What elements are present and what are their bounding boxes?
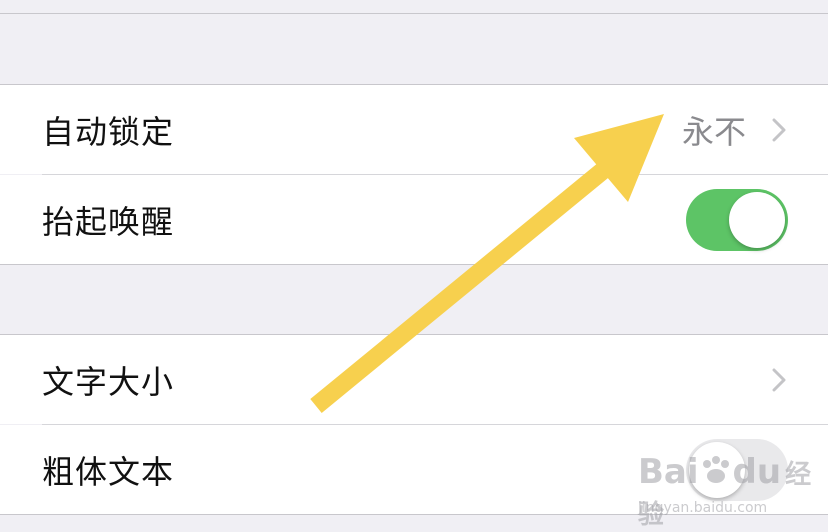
raise-to-wake-row: 抬起唤醒 [0,175,828,264]
auto-lock-value: 永不 [681,112,746,151]
chevron-right-icon [772,118,786,141]
auto-lock-row[interactable]: 自动锁定 永不 [0,85,828,174]
group1-top-separator [0,84,828,85]
toggle-knob [689,441,745,498]
raise-to-wake-toggle[interactable] [686,188,788,251]
bold-text-row: 粗体文本 [0,425,828,514]
bold-text-label: 粗体文本 [42,452,175,491]
chevron-right-icon [772,368,786,391]
top-separator [0,13,828,14]
group2-bottom-separator [0,514,828,515]
toggle-knob [729,191,785,248]
raise-to-wake-label: 抬起唤醒 [42,202,175,241]
text-size-row[interactable]: 文字大小 [0,335,828,424]
auto-lock-label: 自动锁定 [42,112,175,151]
bold-text-toggle[interactable] [686,438,788,501]
group1-bottom-separator [0,264,828,265]
text-size-label: 文字大小 [42,362,175,401]
